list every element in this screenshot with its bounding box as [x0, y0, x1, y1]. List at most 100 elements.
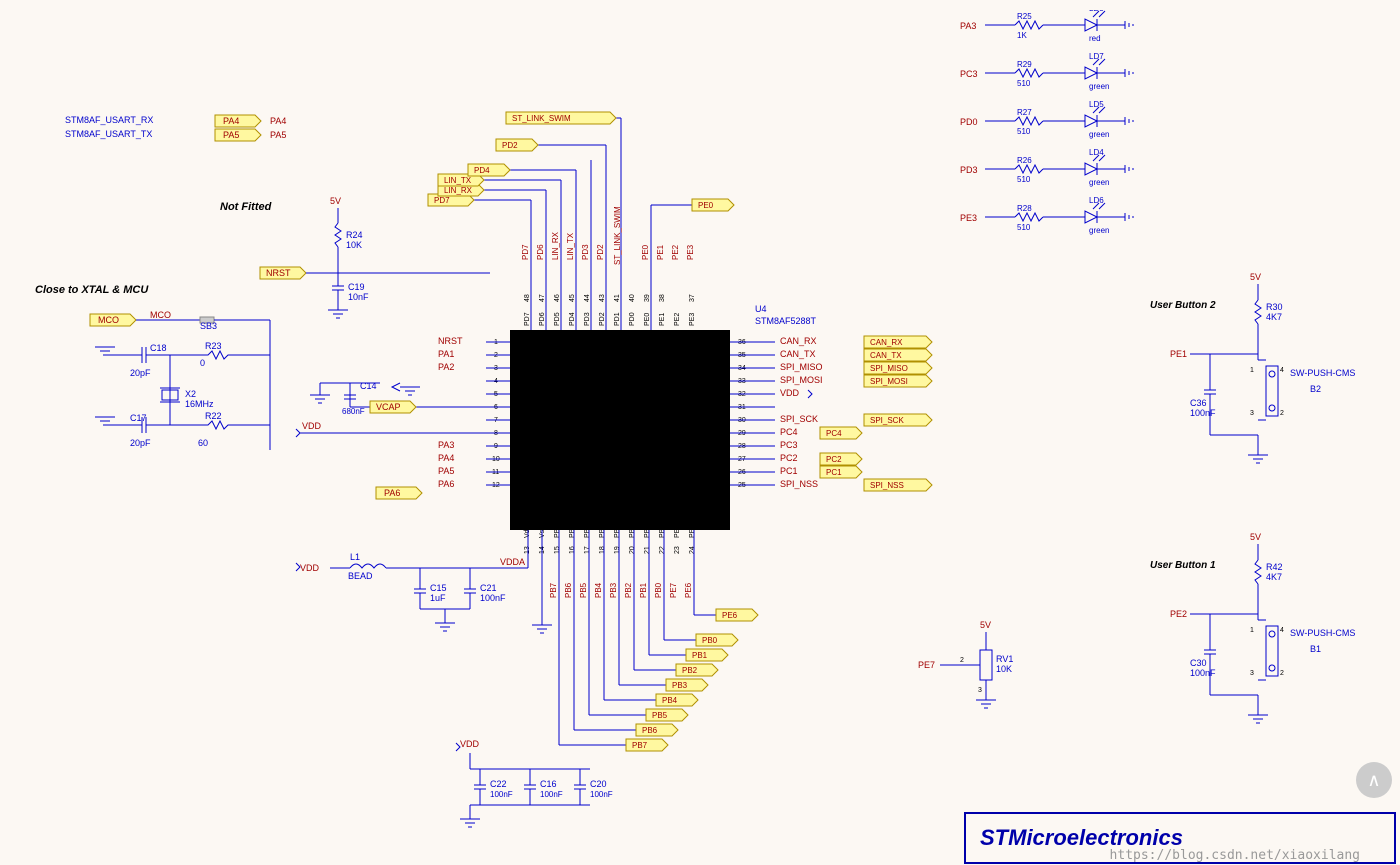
svg-text:PB6: PB6 [642, 726, 658, 735]
svg-text:LIN_RX: LIN_RX [551, 231, 560, 260]
svg-text:SPI_MOSI: SPI_MOSI [870, 377, 908, 386]
svg-text:LD6: LD6 [1089, 196, 1104, 205]
usart-rx-label: STM8AF_USART_RX [65, 115, 153, 125]
svg-text:SPI_NSS: SPI_NSS [870, 481, 904, 490]
svg-text:C18: C18 [150, 343, 167, 353]
svg-text:VDDA: VDDA [500, 557, 525, 567]
svg-text:SPI_MISO: SPI_MISO [870, 364, 908, 373]
svg-text:PD0: PD0 [960, 117, 978, 127]
svg-text:PB6: PB6 [569, 525, 576, 538]
svg-text:510: 510 [1017, 223, 1031, 232]
svg-text:User Button 2: User Button 2 [1150, 300, 1216, 311]
svg-text:38: 38 [659, 294, 666, 302]
svg-text:PA2: PA2 [438, 362, 454, 372]
svg-text:37: 37 [689, 294, 696, 302]
svg-text:PB5: PB5 [579, 582, 588, 598]
svg-text:R23: R23 [205, 341, 222, 351]
svg-text:PB3: PB3 [614, 525, 621, 538]
svg-text:PB1: PB1 [639, 582, 648, 598]
svg-text:22: 22 [659, 546, 666, 554]
svg-text:PE1: PE1 [656, 244, 665, 260]
svg-text:10K: 10K [346, 240, 362, 250]
svg-text:2: 2 [1280, 670, 1284, 677]
svg-text:PB2: PB2 [624, 582, 633, 598]
svg-text:5V: 5V [330, 196, 341, 206]
svg-text:LIN_TX: LIN_TX [566, 232, 575, 260]
svg-text:3: 3 [978, 687, 982, 694]
svg-text:CAN_RX: CAN_RX [780, 336, 817, 346]
svg-text:PE2: PE2 [674, 313, 681, 326]
svg-text:ST_LINK_SWIM: ST_LINK_SWIM [613, 206, 622, 265]
svg-text:Vss: Vss [516, 389, 529, 398]
svg-text:PD2: PD2 [502, 141, 518, 150]
svg-text:PC1: PC1 [706, 467, 722, 476]
svg-text:PD3: PD3 [584, 312, 591, 326]
svg-text:20: 20 [629, 546, 636, 554]
svg-text:5V: 5V [1250, 272, 1261, 282]
scroll-top-button[interactable]: ∧ [1356, 762, 1392, 798]
svg-text:Vssio_2: Vssio_2 [690, 402, 719, 411]
svg-text:PA3: PA3 [516, 441, 531, 450]
svg-text:PB7: PB7 [549, 582, 558, 598]
svg-text:PB3: PB3 [672, 681, 688, 690]
svg-text:PB5: PB5 [584, 525, 591, 538]
bot-risers [532, 530, 720, 745]
svg-text:PD2: PD2 [599, 312, 606, 326]
svg-text:3: 3 [1250, 410, 1254, 417]
vcap-circuit: C14 680nF VCAP VDD [296, 381, 505, 437]
svg-text:PE3: PE3 [960, 213, 977, 223]
svg-text:46: 46 [554, 294, 561, 302]
svg-text:PA3: PA3 [960, 21, 976, 31]
svg-text:PB0: PB0 [702, 636, 718, 645]
svg-text:SW-PUSH-CMS: SW-PUSH-CMS [1290, 368, 1355, 378]
svg-text:R26: R26 [1017, 156, 1032, 165]
svg-text:C20: C20 [590, 779, 607, 789]
svg-text:L1: L1 [350, 552, 360, 562]
svg-text:PE5: PE5 [706, 480, 722, 489]
svg-text:PD0: PD0 [629, 312, 636, 326]
svg-text:PD2: PD2 [596, 244, 605, 260]
svg-text:PC4: PC4 [706, 428, 722, 437]
mcu-chip: U4 STM8AF5288T [510, 304, 817, 530]
svg-text:PA1: PA1 [438, 349, 454, 359]
svg-text:PE2: PE2 [671, 244, 680, 260]
svg-text:PB2: PB2 [629, 525, 636, 538]
svg-text:PD6: PD6 [536, 244, 545, 260]
svg-text:C30: C30 [1190, 658, 1207, 668]
svg-text:4K7: 4K7 [1266, 572, 1282, 582]
svg-text:PC3: PC3 [960, 69, 978, 79]
svg-text:SPI_MOSI: SPI_MOSI [780, 375, 823, 385]
svg-text:PA5: PA5 [516, 467, 531, 476]
svg-text:PE7: PE7 [669, 582, 678, 598]
svg-text:21: 21 [644, 546, 651, 554]
pa5-flag: PA5 [223, 130, 239, 140]
svg-text:19: 19 [614, 546, 621, 554]
svg-text:PB3: PB3 [609, 582, 618, 598]
svg-text:OSCIN/PA1: OSCIN/PA1 [516, 350, 559, 359]
svg-text:RV1: RV1 [996, 654, 1013, 664]
svg-text:24: 24 [689, 546, 696, 554]
svg-text:B2: B2 [1310, 384, 1321, 394]
svg-text:PB7: PB7 [554, 525, 561, 538]
usart-tx-label: STM8AF_USART_TX [65, 129, 152, 139]
svg-text:R42: R42 [1266, 562, 1283, 572]
svg-text:16: 16 [569, 546, 576, 554]
svg-text:44: 44 [584, 294, 591, 302]
svg-text:PD1: PD1 [614, 312, 621, 326]
svg-text:PB1: PB1 [692, 651, 708, 660]
svg-text:BEAD: BEAD [348, 571, 373, 581]
svg-text:SPI_MISO: SPI_MISO [780, 362, 823, 372]
svg-text:20pF: 20pF [130, 438, 151, 448]
svg-text:17: 17 [584, 546, 591, 554]
svg-text:PD7: PD7 [434, 196, 450, 205]
svg-text:PD3: PD3 [581, 244, 590, 260]
svg-text:100nF: 100nF [540, 790, 563, 799]
svg-text:MCO: MCO [150, 310, 171, 320]
close-to-xtal-note: Close to XTAL & MCU [35, 284, 149, 296]
svg-text:PC2: PC2 [780, 453, 798, 463]
svg-text:R25: R25 [1017, 12, 1032, 21]
svg-text:PB0: PB0 [654, 582, 663, 598]
right-flags: CAN_RX CAN_TX SPI_MISO SPI_MOSI SPI_SCK … [820, 336, 932, 491]
svg-text:3: 3 [1250, 670, 1254, 677]
svg-text:PE0: PE0 [698, 201, 714, 210]
